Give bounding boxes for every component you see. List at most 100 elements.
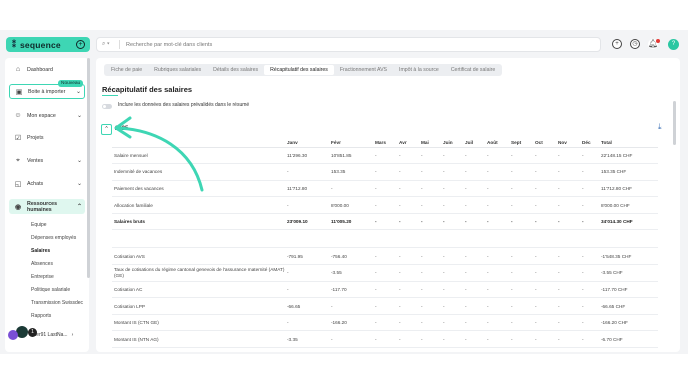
sidebar-item-ressources-humaines[interactable]: ◉ Ressources humaines ⌃ (9, 199, 85, 214)
page-title: Récapitulatif des salaires (102, 85, 193, 94)
user-avatar[interactable]: ? (668, 39, 679, 50)
row-label: Taux de cotisations du régime cantonal g… (112, 264, 285, 282)
table-cell: - (397, 163, 419, 181)
table-cell: - (509, 213, 533, 231)
tag-icon: ⌖ (16, 156, 20, 164)
tab-certificat[interactable]: Certificat de salaire (445, 65, 501, 75)
user-count-badge: 1 (28, 328, 37, 337)
table-cell: - (419, 163, 441, 181)
download-icon[interactable]: ⤓ (658, 122, 662, 132)
sidebar-subitem-politique[interactable]: Politique salariale (31, 287, 70, 293)
sidebar-subitem-absences[interactable]: Absences (31, 261, 53, 267)
main-scrollbar[interactable] (673, 101, 676, 145)
tab-fiche-de-paie[interactable]: Fiche de paie (105, 65, 148, 75)
sidebar-subitem-rapports[interactable]: Rapports (31, 313, 51, 319)
col-header: Août (485, 138, 509, 148)
table-cell: - (373, 281, 397, 299)
notification-dot (656, 39, 660, 43)
table-cell (556, 229, 580, 249)
table-cell: - (441, 247, 463, 266)
table-row: Indemnité de vacances -153.35- - - - - - - - - -15… (112, 163, 658, 181)
sidebar-subitem-equipe[interactable]: Equipe (31, 222, 47, 228)
col-header: Juin (441, 138, 463, 148)
table-cell: -1'548.35 CHF (599, 247, 658, 266)
sidebar-item-label: Dashboard (27, 66, 53, 73)
inbox-icon: ▣ (15, 88, 23, 96)
table-cell: - (419, 147, 441, 165)
table-cell: - (485, 281, 509, 299)
table-cell: - (556, 297, 580, 315)
year-collapse-button[interactable]: ^ (101, 124, 112, 135)
col-header: Févr (329, 138, 373, 148)
table-cell: - (329, 330, 373, 349)
table-cell: - (509, 330, 533, 349)
sidebar-item-mon-espace[interactable]: ☺ Mon espace ⌄ (9, 108, 85, 123)
col-header (112, 138, 285, 148)
table-row: Paiement des vacances 11'712.80- - - - - - - - - -… (112, 180, 658, 198)
sidebar-item-label: Boite à importer (28, 88, 66, 95)
table-cell: - (373, 180, 397, 198)
sidebar-scrollbar[interactable] (87, 58, 90, 278)
user-icon: ☺ (14, 112, 22, 119)
row-label: Paiement des vacances (112, 180, 285, 198)
chevron-down-icon: ⌄ (75, 89, 81, 95)
sidebar-subitem-salaires[interactable]: Salaires (31, 248, 50, 254)
row-label: Montant IS (NTN AG) (112, 330, 285, 349)
table-row: Cotisation AVS -791.95 -756.40- - - - - - - - - - -1… (112, 247, 658, 266)
table-cell: - (556, 330, 580, 349)
table-cell: - (580, 330, 599, 349)
sidebar-item-label: Mon espace (27, 112, 56, 119)
table-cell: - (419, 196, 441, 214)
table-cell: - (419, 180, 441, 198)
clock-icon[interactable]: ◷ (630, 39, 640, 49)
table-row: Montant IS (NTN AG) -3.35- - - - - - - - - - - -6.70… (112, 330, 658, 349)
table-cell: - (397, 281, 419, 299)
table-cell: 34'014.30 CHF (599, 213, 658, 231)
sidebar-subitem-entreprise[interactable]: Entreprise (31, 274, 54, 280)
table-cell: - (373, 330, 397, 349)
sidebar-item-achats[interactable]: ◱ Achats ⌄ (9, 176, 85, 191)
brand-plus-icon[interactable]: + (76, 40, 85, 49)
search-input[interactable]: ⌕ ▾ Recherche par mot-clé dans clients (96, 37, 601, 52)
add-circle-icon[interactable]: + (612, 39, 622, 49)
table-cell: - (373, 213, 397, 231)
tab-fractionnement[interactable]: Fractionnement AVS (334, 65, 393, 75)
sidebar-item-projets[interactable]: ☑ Projets (9, 130, 85, 145)
table-cell: - (373, 147, 397, 165)
sidebar-subitem-swissdec[interactable]: Transmission Swissdec (31, 300, 83, 306)
table-cell: - (329, 180, 373, 198)
table-cell: - (485, 264, 509, 282)
user-menu[interactable]: 1 mer91 LastNa... › (8, 328, 73, 340)
sidebar-subitem-depenses[interactable]: Dépenses employés (31, 235, 76, 241)
table-cell: -3.35 (285, 330, 329, 349)
table-cell: - (419, 281, 441, 299)
user-avatar-small (8, 330, 18, 340)
table-cell: - (580, 314, 599, 332)
table-cell: - (509, 247, 533, 266)
table-cell: - (419, 264, 441, 282)
table-cell: 11'296.30 (285, 147, 329, 165)
table-cell: - (556, 281, 580, 299)
app-frame: ⁑ sequence + ⌕ ▾ Recherche par mot-clé d… (0, 30, 688, 354)
tab-recapitulatif[interactable]: Récapitulatif des salaires (264, 65, 334, 75)
include-prevalidated-toggle[interactable] (102, 104, 112, 109)
table-cell: - (285, 281, 329, 299)
col-header: Mai (419, 138, 441, 148)
title-underline (102, 95, 118, 96)
table-cell: - (556, 147, 580, 165)
table-cell: - (509, 147, 533, 165)
new-badge: Nouveau (58, 80, 84, 87)
table-cell: - (509, 281, 533, 299)
sidebar-item-dashboard[interactable]: ⌂ Dashboard (9, 62, 85, 77)
sidebar-item-ventes[interactable]: ⌖ Ventes ⌄ (9, 153, 85, 168)
table-cell: -66.65 CHF (599, 297, 658, 315)
tab-impot[interactable]: Impôt à la source (393, 65, 445, 75)
tab-details[interactable]: Détails des salaires (207, 65, 264, 75)
table-cell: - (441, 180, 463, 198)
brand-logo[interactable]: ⁑ sequence + (6, 37, 90, 52)
table-cell: - (463, 281, 485, 299)
table-cell: - (580, 196, 599, 214)
table-cell: 153.35 (329, 163, 373, 181)
tab-rubriques[interactable]: Rubriques salariales (148, 65, 207, 75)
table-cell: - (485, 314, 509, 332)
